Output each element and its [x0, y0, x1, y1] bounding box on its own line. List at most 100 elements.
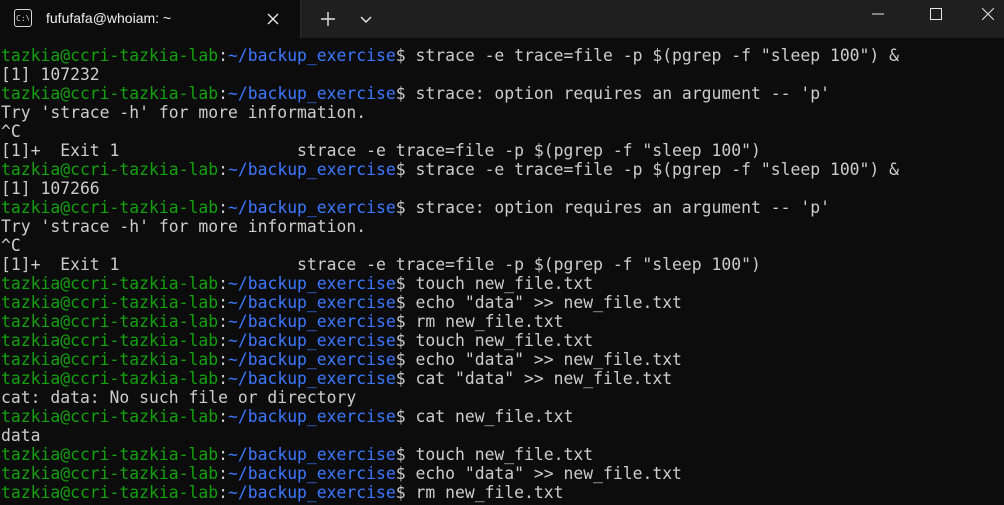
prompt-symbol: $ — [395, 274, 406, 293]
command-text: touch new_file.txt — [405, 331, 594, 350]
prompt-separator: : — [218, 160, 228, 179]
prompt-path: ~/backup_exercise — [227, 331, 396, 350]
output-text: Try 'strace -h' for more information. — [1, 103, 367, 122]
prompt-user-host: tazkia@ccri-tazkia-lab — [1, 407, 219, 426]
prompt-user-host: tazkia@ccri-tazkia-lab — [1, 293, 219, 312]
chevron-down-icon[interactable] — [358, 10, 374, 28]
prompt-symbol: $ — [395, 160, 406, 179]
prompt-symbol: $ — [395, 46, 406, 65]
terminal-line: tazkia@ccri-tazkia-lab:~/backup_exercise… — [1, 445, 1001, 464]
command-text: cat "data" >> new_file.txt — [405, 369, 673, 388]
output-text: data — [1, 426, 41, 445]
maximize-icon — [930, 8, 942, 20]
terminal-line: ^C — [1, 236, 1001, 255]
prompt-symbol: $ — [395, 445, 406, 464]
close-window-button[interactable] — [965, 0, 1004, 30]
command-text: echo "data" >> new_file.txt — [405, 293, 682, 312]
prompt-separator: : — [218, 331, 228, 350]
prompt-path: ~/backup_exercise — [227, 160, 396, 179]
tab-title: fufufafa@whoiam: ~ — [46, 10, 172, 26]
svg-text:C:\: C:\ — [16, 14, 29, 23]
terminal-line: tazkia@ccri-tazkia-lab:~/backup_exercise… — [1, 407, 1001, 426]
output-text: ^C — [1, 122, 21, 141]
terminal-line: [1] 107232 — [1, 65, 1001, 84]
minimize-button[interactable] — [855, 0, 901, 30]
prompt-path: ~/backup_exercise — [227, 445, 396, 464]
terminal-output[interactable]: tazkia@ccri-tazkia-lab:~/backup_exercise… — [1, 46, 1001, 505]
prompt-user-host: tazkia@ccri-tazkia-lab — [1, 445, 219, 464]
close-icon[interactable] — [264, 10, 282, 28]
output-text: cat: data: No such file or directory — [1, 388, 357, 407]
terminal-line: tazkia@ccri-tazkia-lab:~/backup_exercise… — [1, 46, 1001, 65]
output-text: [1] 107266 — [1, 179, 100, 198]
command-text: strace -e trace=file -p $(pgrep -f "slee… — [405, 160, 900, 179]
prompt-separator: : — [218, 445, 228, 464]
prompt-symbol: $ — [395, 331, 406, 350]
prompt-user-host: tazkia@ccri-tazkia-lab — [1, 160, 219, 179]
prompt-separator: : — [218, 464, 228, 483]
command-text: touch new_file.txt — [405, 274, 594, 293]
command-text: strace: option requires an argument -- '… — [405, 84, 830, 103]
terminal-line: Try 'strace -h' for more information. — [1, 217, 1001, 236]
prompt-symbol: $ — [395, 369, 406, 388]
prompt-user-host: tazkia@ccri-tazkia-lab — [1, 464, 219, 483]
command-text: rm new_file.txt — [405, 483, 564, 502]
terminal-window: C:\ fufufafa@whoiam: ~ — [0, 0, 1004, 505]
prompt-symbol: $ — [395, 312, 406, 331]
prompt-path: ~/backup_exercise — [227, 369, 396, 388]
command-text: touch new_file.txt — [405, 445, 594, 464]
prompt-user-host: tazkia@ccri-tazkia-lab — [1, 46, 219, 65]
prompt-path: ~/backup_exercise — [227, 84, 396, 103]
prompt-path: ~/backup_exercise — [227, 464, 396, 483]
terminal-line: cat: data: No such file or directory — [1, 388, 1001, 407]
prompt-separator: : — [218, 46, 228, 65]
terminal-line: [1]+ Exit 1 strace -e trace=file -p $(pg… — [1, 255, 1001, 274]
prompt-path: ~/backup_exercise — [227, 350, 396, 369]
output-text: [1] 107232 — [1, 65, 100, 84]
output-text: [1]+ Exit 1 strace -e trace=file -p $(pg… — [1, 255, 761, 274]
terminal-line: tazkia@ccri-tazkia-lab:~/backup_exercise… — [1, 293, 1001, 312]
terminal-line: tazkia@ccri-tazkia-lab:~/backup_exercise… — [1, 464, 1001, 483]
terminal-line: tazkia@ccri-tazkia-lab:~/backup_exercise… — [1, 350, 1001, 369]
command-text: strace -e trace=file -p $(pgrep -f "slee… — [405, 46, 900, 65]
prompt-separator: : — [218, 274, 228, 293]
title-bar: C:\ fufufafa@whoiam: ~ — [0, 0, 1004, 38]
terminal-line: tazkia@ccri-tazkia-lab:~/backup_exercise… — [1, 274, 1001, 293]
prompt-symbol: $ — [395, 84, 406, 103]
prompt-user-host: tazkia@ccri-tazkia-lab — [1, 274, 219, 293]
prompt-separator: : — [218, 84, 228, 103]
prompt-symbol: $ — [395, 350, 406, 369]
tab-active[interactable]: C:\ fufufafa@whoiam: ~ — [0, 0, 301, 38]
prompt-separator: : — [218, 483, 228, 502]
prompt-user-host: tazkia@ccri-tazkia-lab — [1, 198, 219, 217]
prompt-user-host: tazkia@ccri-tazkia-lab — [1, 84, 219, 103]
terminal-line: tazkia@ccri-tazkia-lab:~/backup_exercise… — [1, 483, 1001, 502]
terminal-line: Try 'strace -h' for more information. — [1, 103, 1001, 122]
maximize-button[interactable] — [913, 0, 959, 30]
prompt-symbol: $ — [395, 198, 406, 217]
prompt-path: ~/backup_exercise — [227, 274, 396, 293]
prompt-user-host: tazkia@ccri-tazkia-lab — [1, 350, 219, 369]
prompt-separator: : — [218, 198, 228, 217]
terminal-line: ^C — [1, 122, 1001, 141]
terminal-line: tazkia@ccri-tazkia-lab:~/backup_exercise… — [1, 331, 1001, 350]
prompt-path: ~/backup_exercise — [227, 46, 396, 65]
prompt-separator: : — [218, 407, 228, 426]
prompt-separator: : — [218, 369, 228, 388]
prompt-separator: : — [218, 350, 228, 369]
terminal-line: tazkia@ccri-tazkia-lab:~/backup_exercise… — [1, 84, 1001, 103]
prompt-user-host: tazkia@ccri-tazkia-lab — [1, 369, 219, 388]
prompt-separator: : — [218, 312, 228, 331]
plus-icon[interactable] — [318, 9, 338, 29]
prompt-symbol: $ — [395, 464, 406, 483]
prompt-user-host: tazkia@ccri-tazkia-lab — [1, 331, 219, 350]
prompt-path: ~/backup_exercise — [227, 407, 396, 426]
terminal-line: data — [1, 426, 1001, 445]
prompt-symbol: $ — [395, 407, 406, 426]
close-icon — [982, 8, 994, 20]
terminal-line: tazkia@ccri-tazkia-lab:~/backup_exercise… — [1, 160, 1001, 179]
prompt-user-host: tazkia@ccri-tazkia-lab — [1, 312, 219, 331]
prompt-path: ~/backup_exercise — [227, 293, 396, 312]
terminal-icon: C:\ — [14, 9, 32, 27]
prompt-symbol: $ — [395, 483, 406, 502]
